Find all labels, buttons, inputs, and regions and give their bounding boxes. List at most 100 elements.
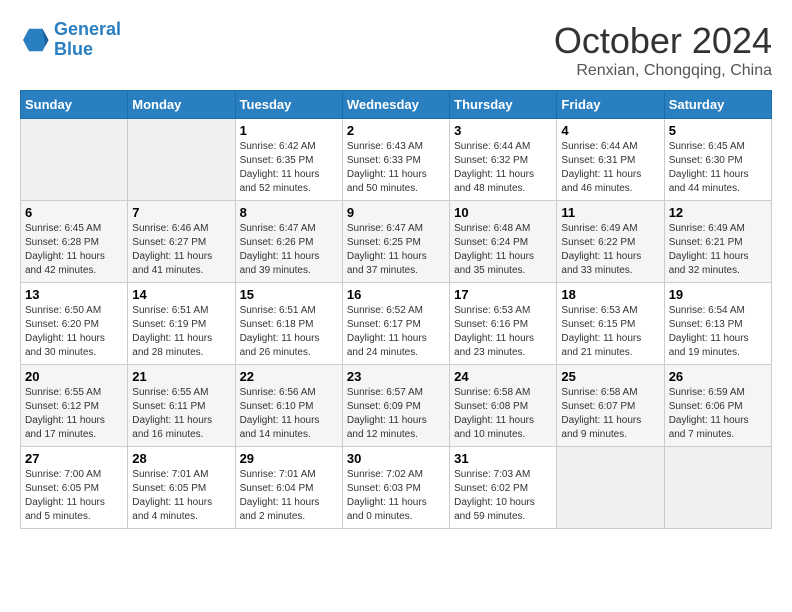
calendar-cell [21, 119, 128, 201]
month-title: October 2024 [554, 20, 772, 62]
day-number: 4 [561, 123, 659, 138]
day-info: Sunrise: 6:53 AMSunset: 6:15 PMDaylight:… [561, 304, 659, 360]
calendar-week-row: 27 Sunrise: 7:00 AMSunset: 6:05 PMDayligh… [21, 447, 772, 529]
day-number: 10 [454, 205, 552, 220]
location: Renxian, Chongqing, China [554, 62, 772, 80]
day-info: Sunrise: 7:00 AMSunset: 6:05 PMDaylight:… [25, 468, 123, 524]
calendar-cell: 22 Sunrise: 6:56 AMSunset: 6:10 PMDayligh… [235, 365, 342, 447]
day-number: 19 [669, 287, 767, 302]
calendar-cell: 6 Sunrise: 6:45 AMSunset: 6:28 PMDaylight… [21, 201, 128, 283]
day-number: 22 [240, 369, 338, 384]
day-info: Sunrise: 6:49 AMSunset: 6:21 PMDaylight:… [669, 222, 767, 278]
day-info: Sunrise: 7:02 AMSunset: 6:03 PMDaylight:… [347, 468, 445, 524]
calendar-cell: 10 Sunrise: 6:48 AMSunset: 6:24 PMDayligh… [450, 201, 557, 283]
calendar-cell: 19Sunrise: 6:54 AMSunset: 6:13 PMDayligh… [664, 283, 771, 365]
weekday-header-row: SundayMondayTuesdayWednesdayThursdayFrid… [21, 91, 772, 119]
day-number: 29 [240, 451, 338, 466]
day-info: Sunrise: 6:55 AMSunset: 6:12 PMDaylight:… [25, 386, 123, 442]
calendar-cell: 14 Sunrise: 6:51 AMSunset: 6:19 PMDayligh… [128, 283, 235, 365]
day-info: Sunrise: 6:46 AMSunset: 6:27 PMDaylight:… [132, 222, 230, 278]
day-number: 27 [25, 451, 123, 466]
calendar-cell: 18 Sunrise: 6:53 AMSunset: 6:15 PMDayligh… [557, 283, 664, 365]
calendar-cell: 12 Sunrise: 6:49 AMSunset: 6:21 PMDayligh… [664, 201, 771, 283]
calendar-cell: 7 Sunrise: 6:46 AMSunset: 6:27 PMDaylight… [128, 201, 235, 283]
title-block: October 2024 Renxian, Chongqing, China [554, 20, 772, 80]
calendar-week-row: 20 Sunrise: 6:55 AMSunset: 6:12 PMDayligh… [21, 365, 772, 447]
calendar-cell: 27 Sunrise: 7:00 AMSunset: 6:05 PMDayligh… [21, 447, 128, 529]
day-number: 8 [240, 205, 338, 220]
day-info: Sunrise: 6:45 AMSunset: 6:28 PMDaylight:… [25, 222, 123, 278]
calendar-cell: 9Sunrise: 6:47 AMSunset: 6:25 PMDaylight… [342, 201, 449, 283]
day-number: 16 [347, 287, 445, 302]
day-number: 7 [132, 205, 230, 220]
day-info: Sunrise: 6:59 AMSunset: 6:06 PMDaylight:… [669, 386, 767, 442]
day-info: Sunrise: 6:58 AMSunset: 6:08 PMDaylight:… [454, 386, 552, 442]
day-number: 6 [25, 205, 123, 220]
calendar-cell: 15Sunrise: 6:51 AMSunset: 6:18 PMDayligh… [235, 283, 342, 365]
calendar-cell: 31Sunrise: 7:03 AMSunset: 6:02 PMDayligh… [450, 447, 557, 529]
calendar-table: SundayMondayTuesdayWednesdayThursdayFrid… [20, 90, 772, 529]
day-number: 26 [669, 369, 767, 384]
calendar-cell [557, 447, 664, 529]
day-number: 18 [561, 287, 659, 302]
day-number: 25 [561, 369, 659, 384]
day-info: Sunrise: 6:57 AMSunset: 6:09 PMDaylight:… [347, 386, 445, 442]
day-number: 9 [347, 205, 445, 220]
day-number: 2 [347, 123, 445, 138]
day-number: 20 [25, 369, 123, 384]
day-info: Sunrise: 6:44 AMSunset: 6:31 PMDaylight:… [561, 140, 659, 196]
day-info: Sunrise: 6:50 AMSunset: 6:20 PMDaylight:… [25, 304, 123, 360]
calendar-cell: 21 Sunrise: 6:55 AMSunset: 6:11 PMDayligh… [128, 365, 235, 447]
day-info: Sunrise: 6:45 AMSunset: 6:30 PMDaylight:… [669, 140, 767, 196]
day-info: Sunrise: 6:48 AMSunset: 6:24 PMDaylight:… [454, 222, 552, 278]
day-info: Sunrise: 6:56 AMSunset: 6:10 PMDaylight:… [240, 386, 338, 442]
day-info: Sunrise: 7:01 AMSunset: 6:05 PMDaylight:… [132, 468, 230, 524]
weekday-header: Saturday [664, 91, 771, 119]
day-info: Sunrise: 6:51 AMSunset: 6:19 PMDaylight:… [132, 304, 230, 360]
day-info: Sunrise: 6:55 AMSunset: 6:11 PMDaylight:… [132, 386, 230, 442]
day-number: 14 [132, 287, 230, 302]
day-number: 28 [132, 451, 230, 466]
calendar-cell: 20 Sunrise: 6:55 AMSunset: 6:12 PMDayligh… [21, 365, 128, 447]
calendar-cell [128, 119, 235, 201]
calendar-cell: 2 Sunrise: 6:43 AMSunset: 6:33 PMDaylight… [342, 119, 449, 201]
day-number: 3 [454, 123, 552, 138]
day-info: Sunrise: 6:49 AMSunset: 6:22 PMDaylight:… [561, 222, 659, 278]
day-info: Sunrise: 7:01 AMSunset: 6:04 PMDaylight:… [240, 468, 338, 524]
day-number: 15 [240, 287, 338, 302]
calendar-cell: 26 Sunrise: 6:59 AMSunset: 6:06 PMDayligh… [664, 365, 771, 447]
calendar-cell: 5 Sunrise: 6:45 AMSunset: 6:30 PMDaylight… [664, 119, 771, 201]
calendar-cell: 13 Sunrise: 6:50 AMSunset: 6:20 PMDayligh… [21, 283, 128, 365]
weekday-header: Wednesday [342, 91, 449, 119]
calendar-cell [664, 447, 771, 529]
day-info: Sunrise: 6:47 AMSunset: 6:26 PMDaylight:… [240, 222, 338, 278]
day-info: Sunrise: 6:43 AMSunset: 6:33 PMDaylight:… [347, 140, 445, 196]
calendar-cell: 3 Sunrise: 6:44 AMSunset: 6:32 PMDaylight… [450, 119, 557, 201]
calendar-cell: 25 Sunrise: 6:58 AMSunset: 6:07 PMDayligh… [557, 365, 664, 447]
calendar-cell: 29 Sunrise: 7:01 AMSunset: 6:04 PMDayligh… [235, 447, 342, 529]
day-number: 30 [347, 451, 445, 466]
day-number: 23 [347, 369, 445, 384]
calendar-cell: 23 Sunrise: 6:57 AMSunset: 6:09 PMDayligh… [342, 365, 449, 447]
day-number: 5 [669, 123, 767, 138]
day-number: 1 [240, 123, 338, 138]
calendar-week-row: 1 Sunrise: 6:42 AMSunset: 6:35 PMDaylight… [21, 119, 772, 201]
day-number: 13 [25, 287, 123, 302]
day-number: 31 [454, 451, 552, 466]
day-number: 12 [669, 205, 767, 220]
weekday-header: Tuesday [235, 91, 342, 119]
day-info: Sunrise: 6:44 AMSunset: 6:32 PMDaylight:… [454, 140, 552, 196]
calendar-week-row: 6 Sunrise: 6:45 AMSunset: 6:28 PMDaylight… [21, 201, 772, 283]
day-info: Sunrise: 6:52 AMSunset: 6:17 PMDaylight:… [347, 304, 445, 360]
calendar-cell: 24Sunrise: 6:58 AMSunset: 6:08 PMDayligh… [450, 365, 557, 447]
day-number: 21 [132, 369, 230, 384]
day-info: Sunrise: 6:42 AMSunset: 6:35 PMDaylight:… [240, 140, 338, 196]
calendar-week-row: 13 Sunrise: 6:50 AMSunset: 6:20 PMDayligh… [21, 283, 772, 365]
weekday-header: Monday [128, 91, 235, 119]
day-info: Sunrise: 6:58 AMSunset: 6:07 PMDaylight:… [561, 386, 659, 442]
logo-icon [20, 25, 50, 55]
page-header: General Blue October 2024 Renxian, Chong… [20, 20, 772, 80]
weekday-header: Sunday [21, 91, 128, 119]
calendar-cell: 28 Sunrise: 7:01 AMSunset: 6:05 PMDayligh… [128, 447, 235, 529]
weekday-header: Thursday [450, 91, 557, 119]
